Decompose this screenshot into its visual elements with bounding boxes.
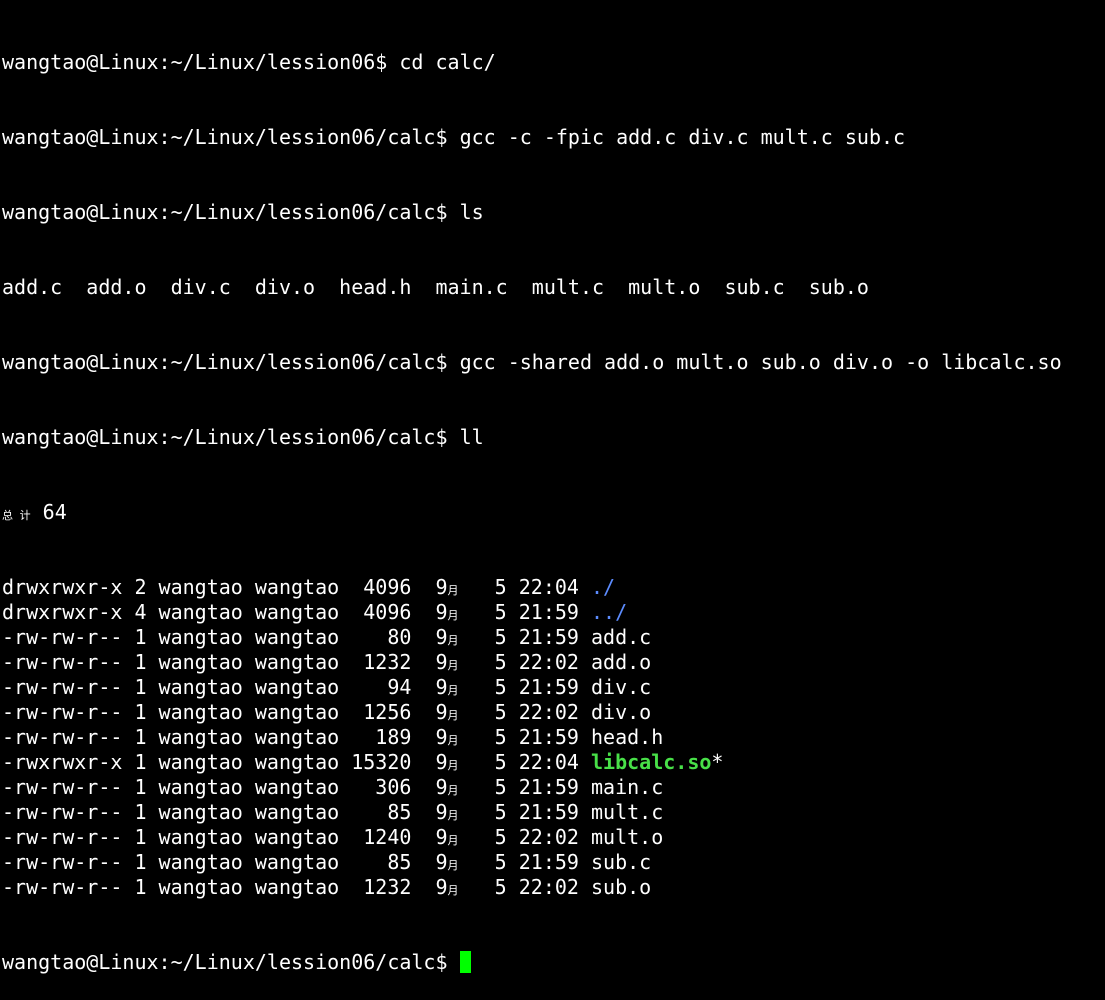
terminal-window[interactable]: wangtao@Linux:~/Linux/lession06$ cd calc…	[0, 0, 1105, 974]
listing-row: -rw-rw-r-- 1 wangtao wangtao 1256 9月 5 2…	[2, 700, 1105, 725]
file-metadata: -rw-rw-r-- 1 wangtao wangtao 306 9	[2, 775, 448, 799]
command-line: wangtao@Linux:~/Linux/lession06/calc$ ll	[2, 425, 1105, 450]
file-date: 5 22:02	[458, 825, 591, 849]
file-date: 5 21:59	[458, 800, 591, 824]
month-label: 月	[447, 809, 459, 822]
ls-output: add.c add.o div.c div.o head.h main.c mu…	[2, 275, 869, 299]
file-name: libcalc.so	[590, 750, 712, 774]
file-metadata: -rw-rw-r-- 1 wangtao wangtao 85 9	[2, 800, 448, 824]
file-date: 5 22:04	[458, 575, 591, 599]
file-metadata: -rw-rw-r-- 1 wangtao wangtao 94 9	[2, 675, 448, 699]
file-name: main.c	[590, 775, 664, 799]
file-name: sub.c	[590, 850, 652, 874]
listing-row: -rw-rw-r-- 1 wangtao wangtao 94 9月 5 21:…	[2, 675, 1105, 700]
command-text: cd calc/	[399, 50, 496, 74]
command-line: wangtao@Linux:~/Linux/lession06/calc$	[2, 950, 1105, 975]
file-name: ../	[590, 600, 628, 624]
shell-prompt: wangtao@Linux:~/Linux/lession06/calc$	[2, 350, 460, 374]
command-text: ll	[459, 425, 484, 449]
month-label: 月	[447, 684, 459, 697]
listing-row: drwxrwxr-x 2 wangtao wangtao 4096 9月 5 2…	[2, 575, 1105, 600]
listing-row: -rw-rw-r-- 1 wangtao wangtao 1240 9月 5 2…	[2, 825, 1105, 850]
file-name: sub.o	[590, 875, 652, 899]
file-metadata: -rw-rw-r-- 1 wangtao wangtao 1256 9	[2, 700, 448, 724]
command-line: wangtao@Linux:~/Linux/lession06/calc$ gc…	[2, 350, 1105, 375]
file-metadata: -rw-rw-r-- 1 wangtao wangtao 85 9	[2, 850, 448, 874]
file-date: 5 22:02	[458, 700, 591, 724]
month-label: 月	[447, 709, 459, 722]
file-metadata: -rw-rw-r-- 1 wangtao wangtao 1232 9	[2, 875, 448, 899]
month-label: 月	[447, 859, 459, 872]
listing-row: -rw-rw-r-- 1 wangtao wangtao 80 9月 5 21:…	[2, 625, 1105, 650]
file-name: ./	[590, 575, 616, 599]
listing-row: -rw-rw-r-- 1 wangtao wangtao 189 9月 5 21…	[2, 725, 1105, 750]
file-date: 5 21:59	[458, 775, 591, 799]
command-text: gcc -shared add.o mult.o sub.o div.o -o …	[459, 350, 1062, 374]
month-label: 月	[447, 734, 459, 747]
file-type-suffix: *	[711, 750, 724, 774]
total-line: 总 计 64	[2, 500, 1105, 525]
command-line: wangtao@Linux:~/Linux/lession06/calc$ ls	[2, 200, 1105, 225]
text-cursor[interactable]	[459, 951, 471, 973]
file-date: 5 21:59	[458, 725, 591, 749]
month-label: 月	[447, 634, 459, 647]
month-label: 月	[447, 759, 459, 772]
file-date: 5 22:02	[458, 650, 591, 674]
command-text: ls	[459, 200, 484, 224]
listing-row: -rw-rw-r-- 1 wangtao wangtao 1232 9月 5 2…	[2, 650, 1105, 675]
shell-prompt: wangtao@Linux:~/Linux/lession06$	[2, 50, 400, 74]
file-date: 5 22:02	[458, 875, 591, 899]
shell-prompt: wangtao@Linux:~/Linux/lession06/calc$	[2, 425, 460, 449]
file-metadata: -rwxrwxr-x 1 wangtao wangtao 15320 9	[2, 750, 448, 774]
file-metadata: drwxrwxr-x 4 wangtao wangtao 4096 9	[2, 600, 448, 624]
listing-row: -rw-rw-r-- 1 wangtao wangtao 306 9月 5 21…	[2, 775, 1105, 800]
shell-prompt: wangtao@Linux:~/Linux/lession06/calc$	[2, 950, 460, 974]
file-metadata: drwxrwxr-x 2 wangtao wangtao 4096 9	[2, 575, 448, 599]
file-date: 5 21:59	[458, 600, 591, 624]
file-metadata: -rw-rw-r-- 1 wangtao wangtao 189 9	[2, 725, 448, 749]
shell-prompt: wangtao@Linux:~/Linux/lession06/calc$	[2, 125, 460, 149]
file-date: 5 22:04	[458, 750, 591, 774]
command-line: wangtao@Linux:~/Linux/lession06/calc$ gc…	[2, 125, 1105, 150]
listing-row: -rw-rw-r-- 1 wangtao wangtao 85 9月 5 21:…	[2, 800, 1105, 825]
file-metadata: -rw-rw-r-- 1 wangtao wangtao 1232 9	[2, 650, 448, 674]
file-date: 5 21:59	[458, 675, 591, 699]
month-label: 月	[447, 659, 459, 672]
file-metadata: -rw-rw-r-- 1 wangtao wangtao 80 9	[2, 625, 448, 649]
month-label: 月	[447, 884, 459, 897]
file-name: head.h	[590, 725, 664, 749]
listing-row: drwxrwxr-x 4 wangtao wangtao 4096 9月 5 2…	[2, 600, 1105, 625]
file-listing: drwxrwxr-x 2 wangtao wangtao 4096 9月 5 2…	[2, 575, 1105, 900]
file-name: div.o	[590, 700, 652, 724]
listing-row: -rw-rw-r-- 1 wangtao wangtao 1232 9月 5 2…	[2, 875, 1105, 900]
file-metadata: -rw-rw-r-- 1 wangtao wangtao 1240 9	[2, 825, 448, 849]
month-label: 月	[447, 834, 459, 847]
file-name: div.c	[590, 675, 652, 699]
listing-row: -rwxrwxr-x 1 wangtao wangtao 15320 9月 5 …	[2, 750, 1105, 775]
file-name: add.c	[590, 625, 652, 649]
month-label: 月	[447, 784, 459, 797]
file-date: 5 21:59	[458, 850, 591, 874]
total-value: 64	[30, 500, 67, 524]
command-text: gcc -c -fpic add.c div.c mult.c sub.c	[459, 125, 906, 149]
file-date: 5 21:59	[458, 625, 591, 649]
file-name: add.o	[590, 650, 652, 674]
file-name: mult.c	[590, 800, 664, 824]
month-label: 月	[447, 609, 459, 622]
listing-row: -rw-rw-r-- 1 wangtao wangtao 85 9月 5 21:…	[2, 850, 1105, 875]
total-label: 总 计	[2, 509, 31, 522]
month-label: 月	[447, 584, 459, 597]
command-line: wangtao@Linux:~/Linux/lession06$ cd calc…	[2, 50, 1105, 75]
shell-prompt: wangtao@Linux:~/Linux/lession06/calc$	[2, 200, 460, 224]
file-name: mult.o	[590, 825, 664, 849]
